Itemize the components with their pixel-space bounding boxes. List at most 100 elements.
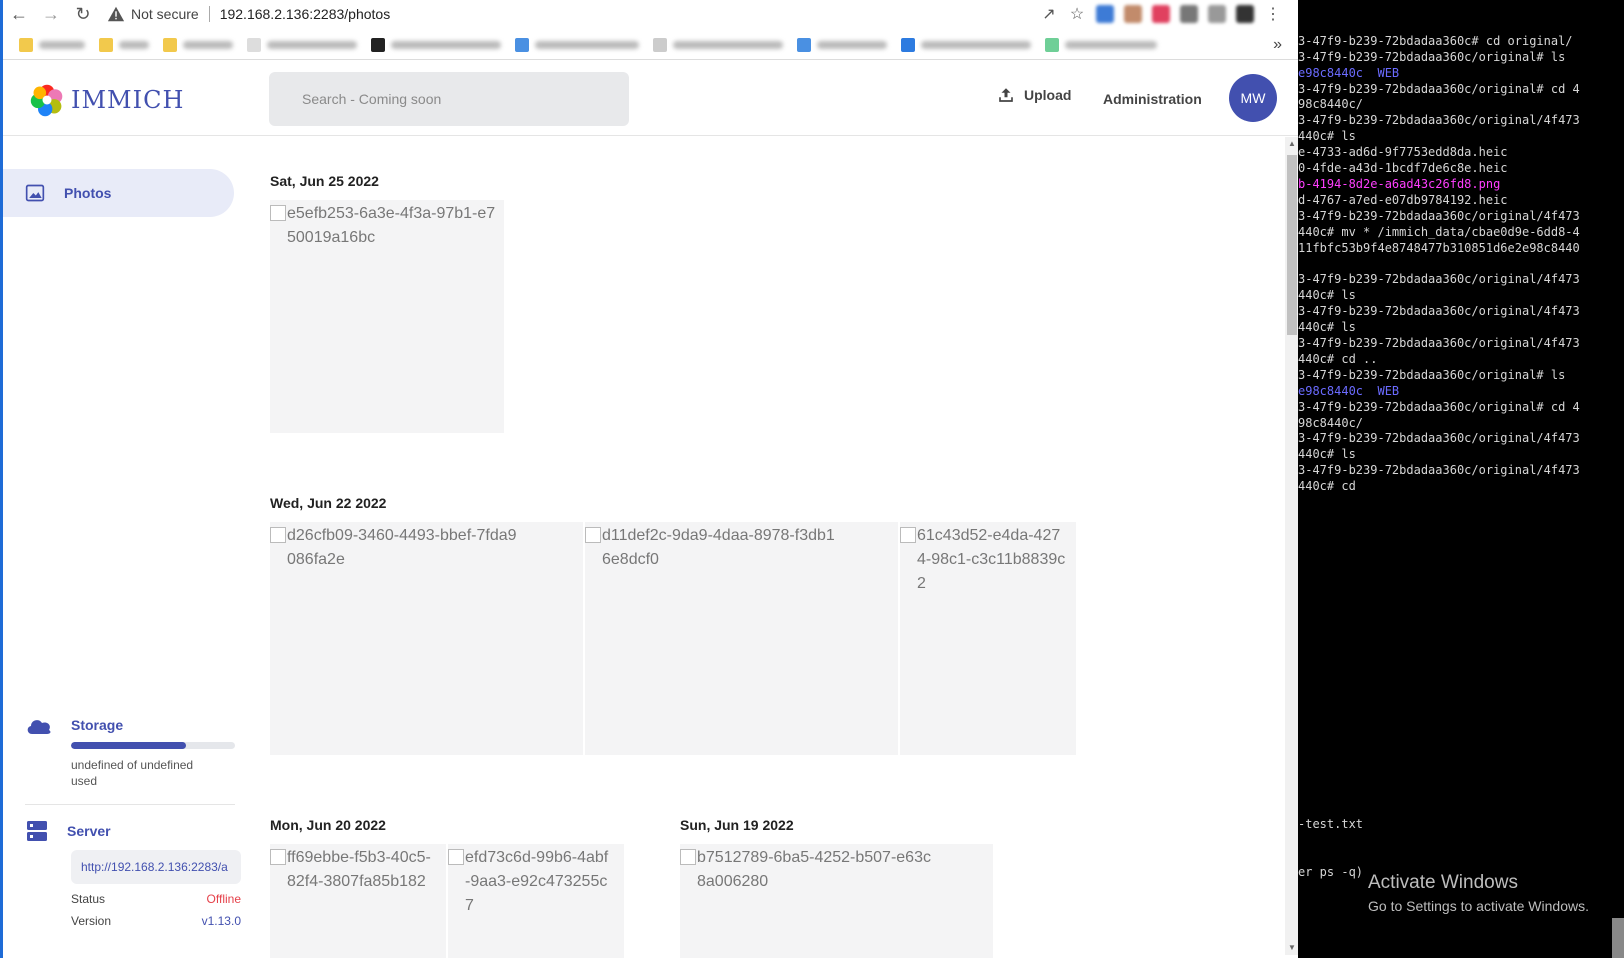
date-group-header: Sun, Jun 19 2022 [680,817,794,833]
security-label: Not secure [131,6,199,22]
version-label: Version [71,914,112,928]
scrollbar-thumb[interactable] [1287,155,1297,335]
photo-alt-text: efd73c6d-99b6-4abf-9aa3-e92c473255c7 [465,849,609,914]
photo-thumbnail[interactable]: e5efb253-6a3e-4f3a-97b1-e750019a16bc [270,200,504,433]
broken-image-icon [900,527,916,543]
scroll-down-icon[interactable]: ▼ [1288,943,1296,952]
photo-thumbnail[interactable]: b7512789-6ba5-4252-b507-e63c8a006280 [680,844,993,958]
bookmark-item[interactable] [163,37,233,52]
upload-label: Upload [1024,87,1072,103]
back-icon[interactable]: ← [3,0,35,28]
photo-thumbnail[interactable]: 61c43d52-e4da-4274-98c1-c3c11b8839c2 [900,522,1076,755]
forward-icon[interactable]: → [35,0,67,28]
photo-thumbnail[interactable]: d26cfb09-3460-4493-bbef-7fda9086fa2e [270,522,583,755]
terminal-window[interactable]: 3-47f9-b239-72bdadaa360c# cd original/3-… [1298,0,1624,958]
terminal-line: 98c8440c/ [1298,97,1364,112]
bookmark-item[interactable] [371,37,501,52]
extension-icon[interactable] [1096,5,1114,23]
upload-icon [999,88,1013,102]
storage-label: Storage [71,717,124,733]
terminal-line: 440c# ls [1298,320,1356,335]
app-name: IMMICH [71,86,185,114]
storage-section: Storage undefined of undefined used [25,715,235,789]
photo-thumbnail[interactable]: ff69ebbe-f5b3-40c5-82f4-3807fa85b182 [270,844,446,958]
bookmark-item[interactable] [653,37,783,52]
menu-icon[interactable]: ⋮ [1264,5,1282,23]
bookmark-item[interactable] [247,37,357,52]
sidebar-divider [25,804,235,805]
search-bar[interactable] [269,72,629,126]
broken-image-icon [270,527,286,543]
reload-icon[interactable]: ↻ [67,0,99,28]
bookmarks-overflow-icon[interactable]: » [1273,36,1282,54]
extension-icon[interactable] [1208,5,1226,23]
server-status-row: Status Offline [71,892,241,906]
bookmark-item[interactable] [515,37,639,52]
warning-icon [107,6,125,22]
terminal-line: 0-4fde-a43d-1bcdf7de6c8e.heic [1298,161,1508,176]
app-header: IMMICH Upload Administration MW [3,64,1298,136]
terminal-line: e98c8440c WEB [1298,65,1400,80]
activate-title: Activate Windows [1368,872,1518,893]
photo-thumbnail[interactable]: d11def2c-9da9-4daa-8978-f3db16e8dcf0 [585,522,898,755]
terminal-line: 3-47f9-b239-72bdadaa360c# cd original/ [1298,33,1573,48]
terminal-line: 3-47f9-b239-72bdadaa360c/original/4f473 [1298,113,1580,128]
bookmarks-bar: » [3,30,1298,60]
terminal-line: 3-47f9-b239-72bdadaa360c/original/4f473 [1298,272,1580,287]
search-input[interactable] [302,91,602,107]
photo-thumbnail[interactable]: efd73c6d-99b6-4abf-9aa3-e92c473255c7 [448,844,624,958]
broken-image-icon [270,849,286,865]
page-scrollbar[interactable]: ▲ ▼ [1285,137,1299,955]
extension-icon[interactable] [1180,5,1198,23]
immich-logo-icon [30,84,63,117]
sidebar: Photos Storage undefined of undefined us… [3,137,243,958]
broken-image-icon [585,527,601,543]
terminal-output-lower: -test.txt er ps -q) [1298,785,1363,912]
terminal-scrollbar[interactable] [1612,918,1624,958]
app-logo[interactable]: IMMICH [29,82,184,118]
terminal-line: 3-47f9-b239-72bdadaa360c/original/4f473 [1298,463,1580,478]
status-badge: Offline [206,892,241,906]
address-bar[interactable]: Not secure 192.168.2.136:2283/photos [107,0,1040,28]
share-icon[interactable]: ↗ [1040,5,1058,23]
terminal-line: b-4194-8d2e-a6ad43c26fd8.png [1298,176,1501,191]
bookmark-item[interactable] [1045,37,1157,52]
activate-subtitle: Go to Settings to activate Windows. [1368,898,1589,914]
terminal-line: e-4733-ad6d-9f7753edd8da.heic [1298,145,1508,160]
bookmark-item[interactable] [797,37,887,52]
server-url-field[interactable]: http://192.168.2.136:2283/a [71,850,241,884]
toolbar-actions: ↗ ☆ ⋮ [1040,5,1282,23]
browser-window: ← → ↻ Not secure 192.168.2.136:2283/phot… [0,0,1299,958]
status-label: Status [71,892,106,906]
version-value: v1.13.0 [201,914,241,928]
terminal-line: 3-47f9-b239-72bdadaa360c/original/4f473 [1298,304,1580,319]
extension-icon[interactable] [1124,5,1142,23]
server-version-row: Version v1.13.0 [71,914,241,928]
scroll-up-icon[interactable]: ▲ [1288,139,1296,148]
photo-icon [25,184,45,202]
terminal-line: 3-47f9-b239-72bdadaa360c/original/4f473 [1298,431,1580,446]
terminal-line: 440c# cd .. [1298,351,1378,366]
sidebar-item-label: Photos [64,185,112,201]
terminal-output: 3-47f9-b239-72bdadaa360c# cd original/3-… [1298,34,1624,495]
user-avatar[interactable]: MW [1229,74,1277,122]
extension-icon[interactable] [1152,5,1170,23]
bookmark-item[interactable] [901,37,1031,52]
cloud-icon [27,720,51,734]
terminal-line: 98c8440c/ [1298,415,1364,430]
upload-button[interactable]: Upload [997,86,1071,104]
terminal-line: 3-47f9-b239-72bdadaa360c/original# cd 4 [1298,81,1580,96]
terminal-line: er ps -q) [1298,864,1364,879]
terminal-line: 440c# cd [1298,479,1356,494]
bookmark-item[interactable] [19,37,85,52]
activate-windows-watermark: Activate Windows Go to Settings to activ… [1368,872,1589,914]
bookmark-item[interactable] [99,37,149,52]
sidebar-item-photos[interactable]: Photos [3,169,234,217]
extension-icon[interactable] [1236,5,1254,23]
administration-link[interactable]: Administration [1103,91,1202,107]
star-icon[interactable]: ☆ [1068,5,1086,23]
storage-progress-bar [71,742,235,749]
photo-alt-text: 61c43d52-e4da-4274-98c1-c3c11b8839c2 [917,527,1066,592]
terminal-line: 3-47f9-b239-72bdadaa360c/original/4f473 [1298,336,1580,351]
